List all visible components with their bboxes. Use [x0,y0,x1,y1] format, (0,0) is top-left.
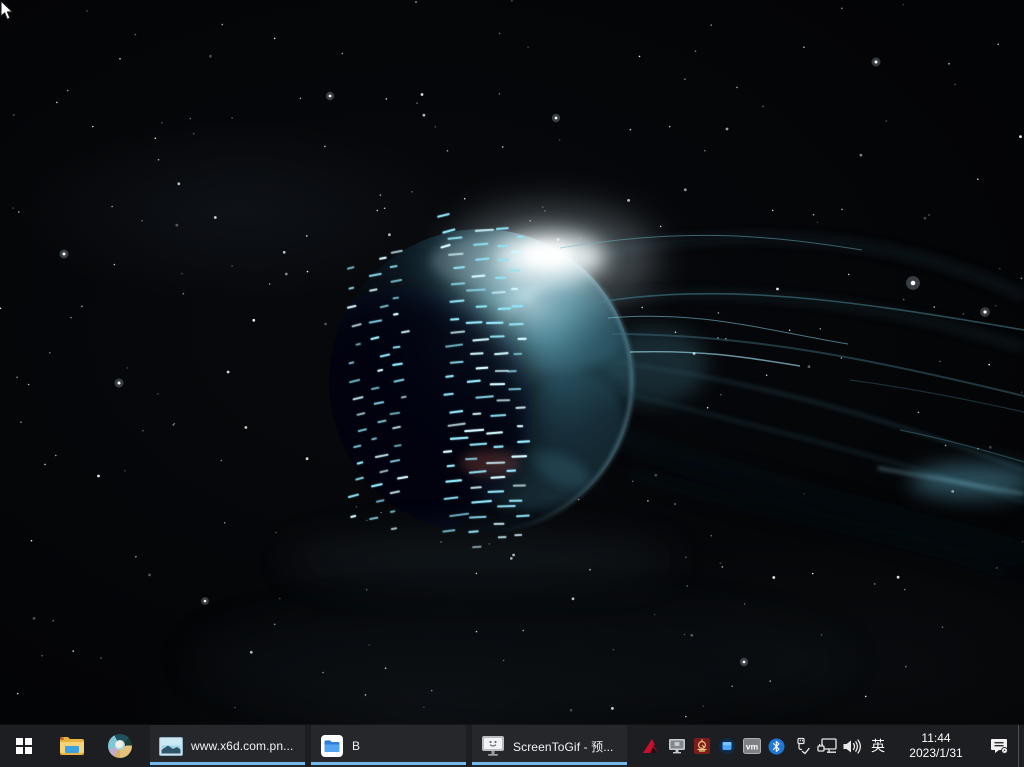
volume-icon[interactable] [839,725,864,767]
screentogif-monitor-icon [481,735,505,757]
svg-text:vm: vm [745,742,758,752]
taskbar-app-label: B [352,739,457,753]
monitor-tray-icon[interactable] [664,725,689,767]
taskbar-app-label: ScreenToGif - 预... [513,738,618,755]
language-indicator[interactable]: 英 [864,725,892,767]
planet-underglow [286,534,676,586]
windows-logo-icon [16,738,32,754]
file-explorer-button[interactable] [48,725,96,767]
vmware-tray-icon[interactable]: vm [739,725,764,767]
bluetooth-icon[interactable] [764,725,789,767]
desktop-wallpaper [0,0,1024,725]
blue-circle-app-icon[interactable] [714,725,739,767]
clock-date: 2023/1/31 [909,746,962,761]
start-button[interactable] [0,725,48,767]
image-thumbnail-icon [159,737,183,756]
blue-folder-icon [320,734,344,758]
taskbar-app-image-viewer[interactable]: www.x6d.com.pn... [150,725,305,767]
dark-red-app-icon[interactable] [689,725,714,767]
taskbar-app-b[interactable]: B [311,725,466,767]
usb-safely-remove-icon[interactable] [789,725,814,767]
show-desktop-button[interactable] [1018,725,1024,767]
action-center-button[interactable] [980,725,1018,767]
clock-time: 11:44 [921,731,950,746]
taskbar-clock[interactable]: 11:44 2023/1/31 [892,725,980,767]
bottom-haze [190,600,850,720]
mouse-cursor [0,0,16,22]
ethernet-network-icon[interactable] [814,725,839,767]
screen: { "wallpaper": { "description": "dark sp… [0,0,1024,767]
system-tray: vm [639,725,1024,767]
planet-wallpaper-art [0,0,1024,725]
red-peak-utility-icon[interactable] [639,725,664,767]
notification-note-icon [990,737,1009,755]
taskbar-app-label: www.x6d.com.pn... [191,739,296,753]
planet [283,206,657,537]
file-explorer-icon [59,735,85,757]
taskbar: www.x6d.com.pn... B [0,725,1024,767]
browser-swirl-icon [108,734,132,758]
taskbar-app-screentogif[interactable]: ScreenToGif - 预... [472,725,627,767]
taskbar-apps: www.x6d.com.pn... B [150,725,633,767]
browser-button[interactable] [96,725,144,767]
